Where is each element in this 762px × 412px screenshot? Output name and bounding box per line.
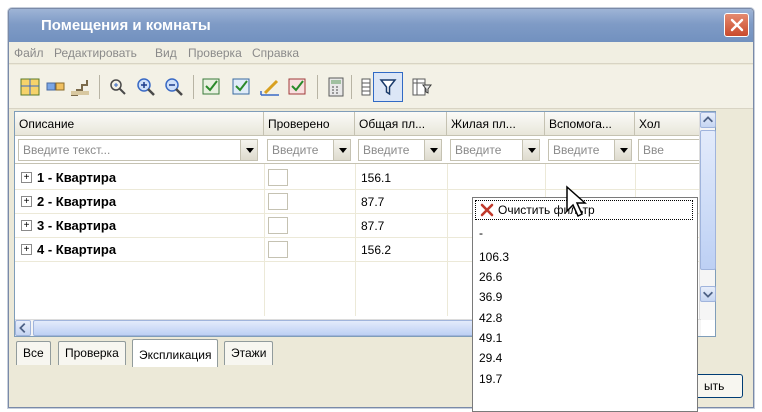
- chevron-down-icon: [703, 291, 713, 298]
- filter-auxiliary-area[interactable]: Введите: [548, 139, 632, 161]
- checked-checkbox[interactable]: [268, 193, 288, 210]
- column-header-checked[interactable]: Проверено: [264, 112, 355, 136]
- filter-option[interactable]: 49.1: [479, 331, 502, 345]
- filter-option[interactable]: 42.8: [479, 311, 502, 325]
- menu-help[interactable]: Справка: [252, 46, 299, 60]
- filter-dropdown-button[interactable]: [240, 140, 257, 160]
- filter-toggle-button[interactable]: [373, 72, 403, 102]
- filter-description[interactable]: Введите текст...: [18, 139, 258, 161]
- tab-bar: Все Проверка Экспликация Этажи: [14, 339, 414, 367]
- column-header-auxiliary-area[interactable]: Вспомога...: [545, 112, 635, 136]
- filter-option[interactable]: 106.3: [479, 250, 509, 264]
- scroll-up-button[interactable]: [700, 112, 716, 128]
- window-title: Помещения и комнаты: [41, 17, 211, 34]
- filter-dropdown-button[interactable]: [614, 140, 631, 160]
- filter-option[interactable]: -: [479, 226, 483, 240]
- area-icon[interactable]: [259, 77, 281, 97]
- table-filter-icon[interactable]: [411, 77, 433, 97]
- chevron-left-icon: [19, 323, 26, 333]
- toolbar-separator: [99, 75, 100, 99]
- filter-description-placeholder: Введите текст...: [23, 143, 111, 157]
- filter-icon: [379, 79, 397, 96]
- filter-living-area[interactable]: Введите: [450, 139, 540, 161]
- scroll-down-button[interactable]: [700, 286, 716, 302]
- table-row[interactable]: + 1 - Квартира 156.1: [15, 166, 705, 190]
- filter-option[interactable]: 29.4: [479, 351, 502, 365]
- mouse-cursor-icon: [566, 185, 587, 218]
- chevron-up-icon: [703, 116, 713, 123]
- expand-icon[interactable]: +: [21, 220, 32, 231]
- filter-dropdown-button[interactable]: [424, 140, 441, 160]
- close-dialog-button[interactable]: ыть: [695, 374, 743, 398]
- column-header-description[interactable]: Описание: [15, 112, 264, 136]
- column-divider: [355, 164, 356, 316]
- zoom-in-icon[interactable]: [135, 77, 157, 97]
- filter-dropdown-button[interactable]: [522, 140, 539, 160]
- row-total-area: 87.7: [361, 219, 385, 233]
- toolbar-separator: [351, 75, 352, 99]
- vertical-scrollbar[interactable]: [699, 112, 716, 320]
- filter-living-area-placeholder: Введите: [455, 143, 502, 157]
- select-icon[interactable]: [201, 77, 223, 97]
- filter-option[interactable]: 26.6: [479, 270, 502, 284]
- filter-total-area-placeholder: Введите: [363, 143, 410, 157]
- filter-cold-area-placeholder: Вве: [643, 143, 664, 157]
- filter-dropdown-list: Очистить фильтр - 106.3 26.6 36.9 42.8 4…: [472, 197, 698, 412]
- stairs-icon[interactable]: [69, 77, 91, 97]
- filter-option[interactable]: 19.7: [479, 372, 502, 386]
- filter-checked-placeholder: Введите: [272, 143, 319, 157]
- rooms-icon[interactable]: [45, 77, 67, 97]
- tab-check[interactable]: Проверка: [58, 341, 126, 365]
- tab-explication[interactable]: Экспликация: [132, 339, 219, 367]
- tab-all[interactable]: Все: [16, 341, 51, 365]
- toolbar: [9, 65, 753, 109]
- filter-cold-area[interactable]: Вве: [638, 139, 701, 161]
- column-header-total-area[interactable]: Общая пл...: [355, 112, 447, 136]
- select-alt-icon[interactable]: [231, 77, 253, 97]
- menu-check[interactable]: Проверка: [188, 46, 242, 60]
- column-header-living-area[interactable]: Жилая пл...: [447, 112, 545, 136]
- scroll-left-button[interactable]: [15, 320, 31, 336]
- column-divider: [264, 164, 265, 316]
- checked-checkbox[interactable]: [268, 169, 288, 186]
- row-description: 1 - Квартира: [37, 170, 117, 185]
- check-icon[interactable]: [287, 77, 309, 97]
- tab-floors[interactable]: Этажи: [224, 341, 274, 365]
- checked-checkbox[interactable]: [268, 217, 288, 234]
- close-button[interactable]: [724, 13, 749, 37]
- menu-view[interactable]: Вид: [155, 46, 177, 60]
- expand-icon[interactable]: +: [21, 244, 32, 255]
- row-description: 2 - Квартира: [37, 194, 117, 209]
- zoom-fit-icon[interactable]: [107, 77, 129, 97]
- filter-checked[interactable]: Введите: [267, 139, 351, 161]
- clear-filter-icon: [480, 203, 494, 217]
- filter-row: Введите текст... Введите Введите Введите…: [15, 136, 705, 164]
- title-bar[interactable]: Помещения и комнаты: [9, 9, 753, 42]
- filter-auxiliary-area-placeholder: Введите: [553, 143, 600, 157]
- row-description: 3 - Квартира: [37, 218, 117, 233]
- row-total-area: 87.7: [361, 195, 385, 209]
- calculator-icon[interactable]: [325, 77, 347, 97]
- close-icon: [730, 18, 743, 32]
- expand-icon[interactable]: +: [21, 196, 32, 207]
- checked-checkbox[interactable]: [268, 241, 288, 258]
- grid-icon[interactable]: [19, 77, 41, 97]
- toolbar-separator: [193, 75, 194, 99]
- column-header-cold-area[interactable]: Хол: [635, 112, 701, 136]
- row-total-area: 156.1: [361, 171, 392, 185]
- row-total-area: 156.2: [361, 243, 392, 257]
- filter-dropdown-button[interactable]: [333, 140, 350, 160]
- menu-edit[interactable]: Редактировать: [54, 46, 137, 60]
- zoom-out-icon[interactable]: [163, 77, 185, 97]
- filter-total-area[interactable]: Введите: [358, 139, 442, 161]
- row-description: 4 - Квартира: [37, 242, 117, 257]
- expand-icon[interactable]: +: [21, 172, 32, 183]
- vertical-scroll-thumb[interactable]: [700, 130, 716, 270]
- toolbar-separator: [317, 75, 318, 99]
- menu-bar: Файл Редактировать Вид Проверка Справка: [9, 42, 753, 64]
- filter-option[interactable]: 36.9: [479, 290, 502, 304]
- menu-file[interactable]: Файл: [14, 46, 44, 60]
- column-divider: [447, 164, 448, 316]
- horizontal-scroll-thumb[interactable]: [33, 320, 533, 336]
